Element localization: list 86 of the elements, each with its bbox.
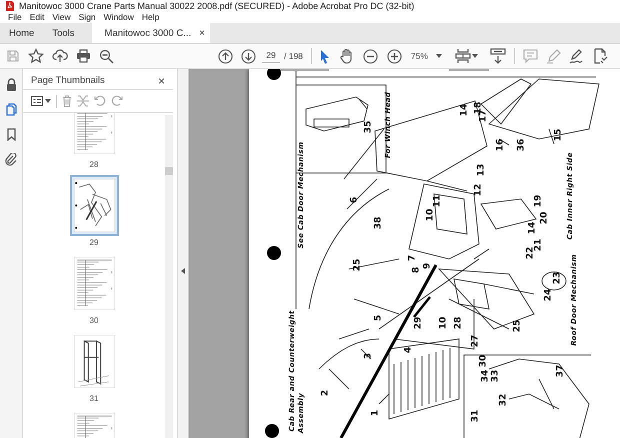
- part-number-label: 5: [374, 314, 384, 322]
- close-panel-button[interactable]: ×: [158, 74, 165, 88]
- print-icon[interactable]: [76, 49, 91, 63]
- window-title: Manitowoc 3000 Crane Parts Manual 30022 2008.pdf (SECURED) - Adobe Acrobat Pro DC (32-bit): [19, 1, 414, 11]
- menu-item[interactable]: Edit: [26, 12, 48, 22]
- menu-item[interactable]: Help: [138, 12, 164, 22]
- zoom-in-icon[interactable]: [386, 48, 402, 64]
- part-number-label: 35: [364, 120, 374, 134]
- document-tools-icon[interactable]: [592, 48, 608, 64]
- part-number-label: 29: [414, 316, 424, 330]
- punch-hole: [265, 424, 279, 438]
- menu-item[interactable]: File: [4, 12, 26, 22]
- tab[interactable]: Home: [0, 23, 44, 43]
- part-number-label: 16: [496, 138, 506, 152]
- part-number-label: 7: [408, 254, 418, 262]
- bookmark-icon[interactable]: [6, 128, 16, 141]
- scrollbar[interactable]: [165, 115, 173, 438]
- zoom-out-icon[interactable]: [362, 48, 378, 64]
- part-number-label: 24: [544, 288, 554, 302]
- part-number-label: 14: [528, 222, 538, 234]
- part-number-label: 1: [372, 410, 380, 416]
- part-number-label: 2: [322, 390, 330, 396]
- part-number-label: 28: [454, 316, 464, 330]
- menu-item[interactable]: Sign: [74, 12, 100, 22]
- part-number-label: 11: [434, 194, 442, 208]
- star-icon[interactable]: [28, 48, 44, 64]
- part-number-label: 6: [350, 196, 360, 204]
- part-number-label: 30: [480, 354, 488, 368]
- punch-hole: [267, 69, 281, 80]
- part-number-label: 12: [474, 184, 484, 196]
- caret-icon: [436, 54, 442, 58]
- part-number-label: 37: [556, 364, 566, 378]
- part-number-label: 36: [518, 138, 526, 152]
- tab-label[interactable]: Manitowoc 3000 C...: [104, 28, 192, 38]
- part-number-label: 4: [404, 346, 414, 354]
- part-number-label: 19: [534, 194, 544, 208]
- collapse-panel-icon[interactable]: [181, 268, 185, 274]
- part-number-label: 20: [540, 212, 550, 224]
- scroll-mode-icon[interactable]: [490, 48, 506, 64]
- part-number-label: 33: [492, 370, 500, 382]
- part-number-label: 15: [554, 128, 564, 142]
- part-number-label: 21: [534, 238, 544, 252]
- part-number-label: 34: [482, 370, 490, 382]
- menu-item[interactable]: View: [48, 12, 75, 22]
- page-thumbnails-icon[interactable]: [6, 103, 16, 116]
- panel-title: Page Thumbnails: [31, 75, 105, 86]
- part-number-label: 38: [374, 216, 384, 230]
- part-number-label: 32: [500, 394, 508, 406]
- search-icon[interactable]: [99, 48, 114, 64]
- document-tab[interactable]: Manitowoc 3000 C... ×: [92, 23, 210, 43]
- pointer-icon[interactable]: [320, 48, 330, 64]
- part-number-label: 25: [354, 258, 362, 272]
- part-number-label: 23: [554, 272, 562, 284]
- page-count: / 198: [284, 51, 303, 61]
- caret-icon: [472, 54, 478, 58]
- pen-sign-icon[interactable]: [568, 48, 585, 64]
- close-tab-button[interactable]: ×: [199, 28, 205, 38]
- punch-hole: [267, 246, 281, 260]
- menu-item[interactable]: Window: [100, 12, 138, 22]
- page-number-field[interactable]: 29: [262, 49, 280, 63]
- part-number-label: 31: [472, 410, 480, 422]
- part-number-label: 10: [440, 316, 448, 330]
- page-number-label: 30: [90, 316, 98, 325]
- part-number-label: 8: [412, 266, 422, 274]
- part-number-label: 14: [460, 104, 470, 116]
- part-number-label: 27: [472, 334, 480, 348]
- caret-icon: [45, 99, 51, 103]
- thumbnail-options-icon[interactable]: [31, 96, 43, 106]
- paperclip-icon[interactable]: [5, 153, 17, 166]
- tab[interactable]: Tools: [43, 23, 84, 43]
- page-number-label: 31: [90, 394, 98, 403]
- part-number-label: 9: [424, 262, 432, 270]
- hand-icon[interactable]: [338, 48, 354, 64]
- zoom-dropdown[interactable]: 75%: [408, 50, 445, 62]
- page-thumbnail[interactable]: [70, 175, 118, 236]
- arrow-up-circle-icon[interactable]: [218, 48, 233, 64]
- fit-page-icon[interactable]: [454, 48, 471, 64]
- part-number-label: 10: [426, 208, 436, 222]
- part-number-label: 3: [364, 352, 374, 360]
- page-number-label: 29: [90, 238, 98, 247]
- page-number-label: 28: [90, 160, 98, 169]
- lock-icon[interactable]: [6, 78, 16, 91]
- part-number-label: 13: [478, 164, 486, 176]
- arrow-down-circle-icon[interactable]: [241, 48, 256, 64]
- part-number-label: 25: [514, 320, 522, 332]
- cloud-upload-icon[interactable]: [52, 49, 68, 63]
